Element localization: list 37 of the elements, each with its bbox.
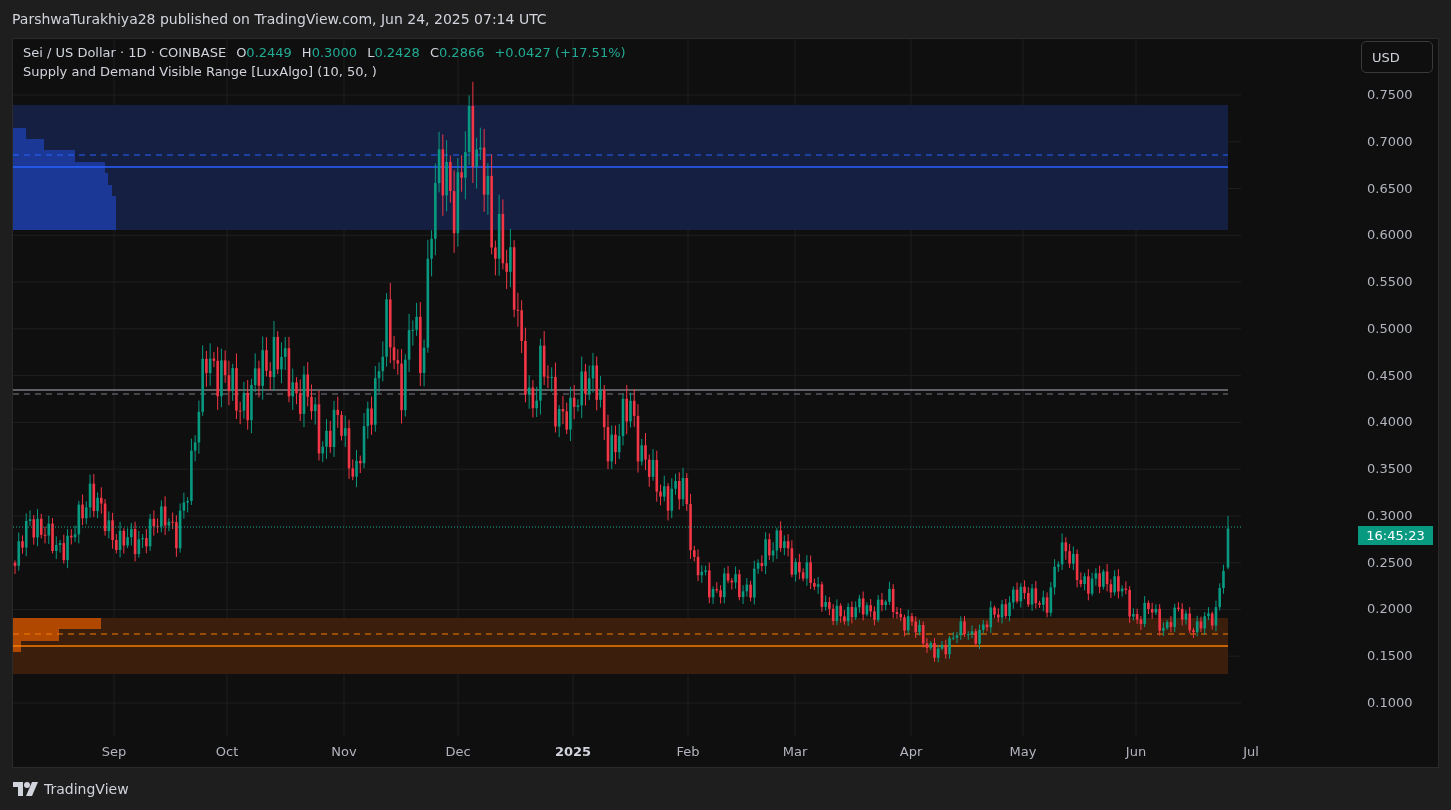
- price-axis-label: 0.6000: [1367, 227, 1413, 244]
- time-axis-label: Nov: [331, 744, 357, 759]
- ohlc-value: C0.2866: [429, 45, 485, 60]
- ohlc-value: H0.3000: [301, 45, 358, 60]
- ohlc-value: O0.2449: [236, 45, 292, 60]
- symbol-title: Sei / US Dollar · 1D · COINBASE: [23, 45, 227, 60]
- time-axis-label: Oct: [215, 744, 239, 759]
- time-axis-label: Sep: [101, 744, 127, 759]
- time-axis-label: Apr: [899, 744, 923, 759]
- time-axis-label: Feb: [676, 744, 700, 759]
- price-change: +0.0427 (+17.51%): [494, 45, 626, 60]
- price-axis-label: 0.7500: [1367, 87, 1413, 103]
- price-axis-label: 0.5000: [1367, 320, 1413, 337]
- price-axis-label: 0.3000: [1367, 507, 1413, 524]
- price-countdown-badge: 16:45:23: [1358, 526, 1433, 545]
- price-axis-label: 0.2500: [1367, 554, 1413, 571]
- indicator-title: Supply and Demand Visible Range [LuxAlgo] (10, 50, ): [23, 64, 377, 79]
- logo-icon: [13, 782, 39, 796]
- brand-name: TradingView: [44, 781, 129, 797]
- price-axis-label: 0.1000: [1367, 694, 1413, 711]
- time-axis-label: May: [1009, 744, 1037, 759]
- price-axis-label: 0.6500: [1367, 180, 1413, 197]
- publication-info: ParshwaTurakhiya28 published on TradingView.com, Jun 24, 2025 07:14 UTC: [12, 11, 547, 27]
- price-axis-label: 0.7000: [1367, 133, 1413, 150]
- price-axis-label: 0.3500: [1367, 461, 1413, 478]
- time-axis-label: Dec: [445, 744, 471, 759]
- time-axis-label: Jun: [1125, 744, 1147, 759]
- time-axis-label: 2025: [554, 744, 592, 759]
- currency-button[interactable]: USD: [1361, 41, 1433, 73]
- time-axis-label: Mar: [782, 744, 808, 759]
- price-axis-label: 0.5500: [1367, 274, 1413, 291]
- price-axis-label: 0.1500: [1367, 648, 1413, 665]
- price-axis-label: 0.4000: [1367, 414, 1413, 431]
- time-axis-label: Jul: [1243, 744, 1259, 759]
- ohlc-value: L0.2428: [367, 45, 420, 60]
- price-axis-label: 0.2000: [1367, 601, 1413, 618]
- price-axis-label: 0.4500: [1367, 367, 1413, 384]
